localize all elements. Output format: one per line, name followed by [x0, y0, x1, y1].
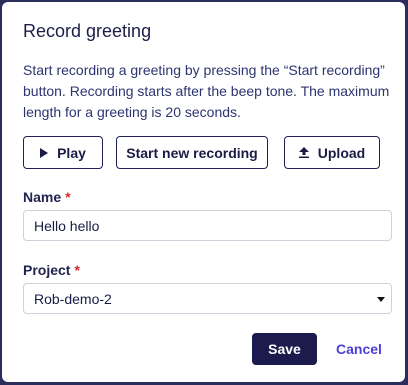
project-label-text: Project — [23, 262, 71, 278]
project-label: Project * — [23, 262, 80, 278]
start-new-recording-label: Start new recording — [126, 144, 258, 161]
cancel-button[interactable]: Cancel — [330, 333, 388, 365]
play-button[interactable]: Play — [23, 136, 103, 169]
project-select-value: Rob-demo-2 — [34, 290, 112, 307]
save-button[interactable]: Save — [252, 333, 317, 365]
play-button-label: Play — [57, 144, 86, 161]
start-new-recording-button[interactable]: Start new recording — [116, 136, 268, 169]
record-greeting-dialog: Record greeting Start recording a greeti… — [2, 2, 405, 382]
chevron-down-icon[interactable] — [377, 297, 385, 302]
required-mark: * — [74, 262, 80, 278]
name-label: Name * — [23, 189, 71, 205]
name-input-value: Hello hello — [34, 217, 100, 234]
play-icon — [40, 147, 49, 158]
required-mark: * — [65, 189, 71, 205]
upload-icon — [298, 147, 309, 158]
name-label-text: Name — [23, 189, 62, 205]
dialog-description: Start recording a greeting by pressing t… — [23, 62, 390, 120]
upload-button[interactable]: Upload — [284, 136, 380, 169]
project-select[interactable]: Rob-demo-2 — [23, 283, 392, 314]
name-input[interactable]: Hello hello — [23, 210, 392, 241]
upload-button-label: Upload — [317, 144, 366, 161]
dialog-title: Record greeting — [23, 21, 152, 41]
